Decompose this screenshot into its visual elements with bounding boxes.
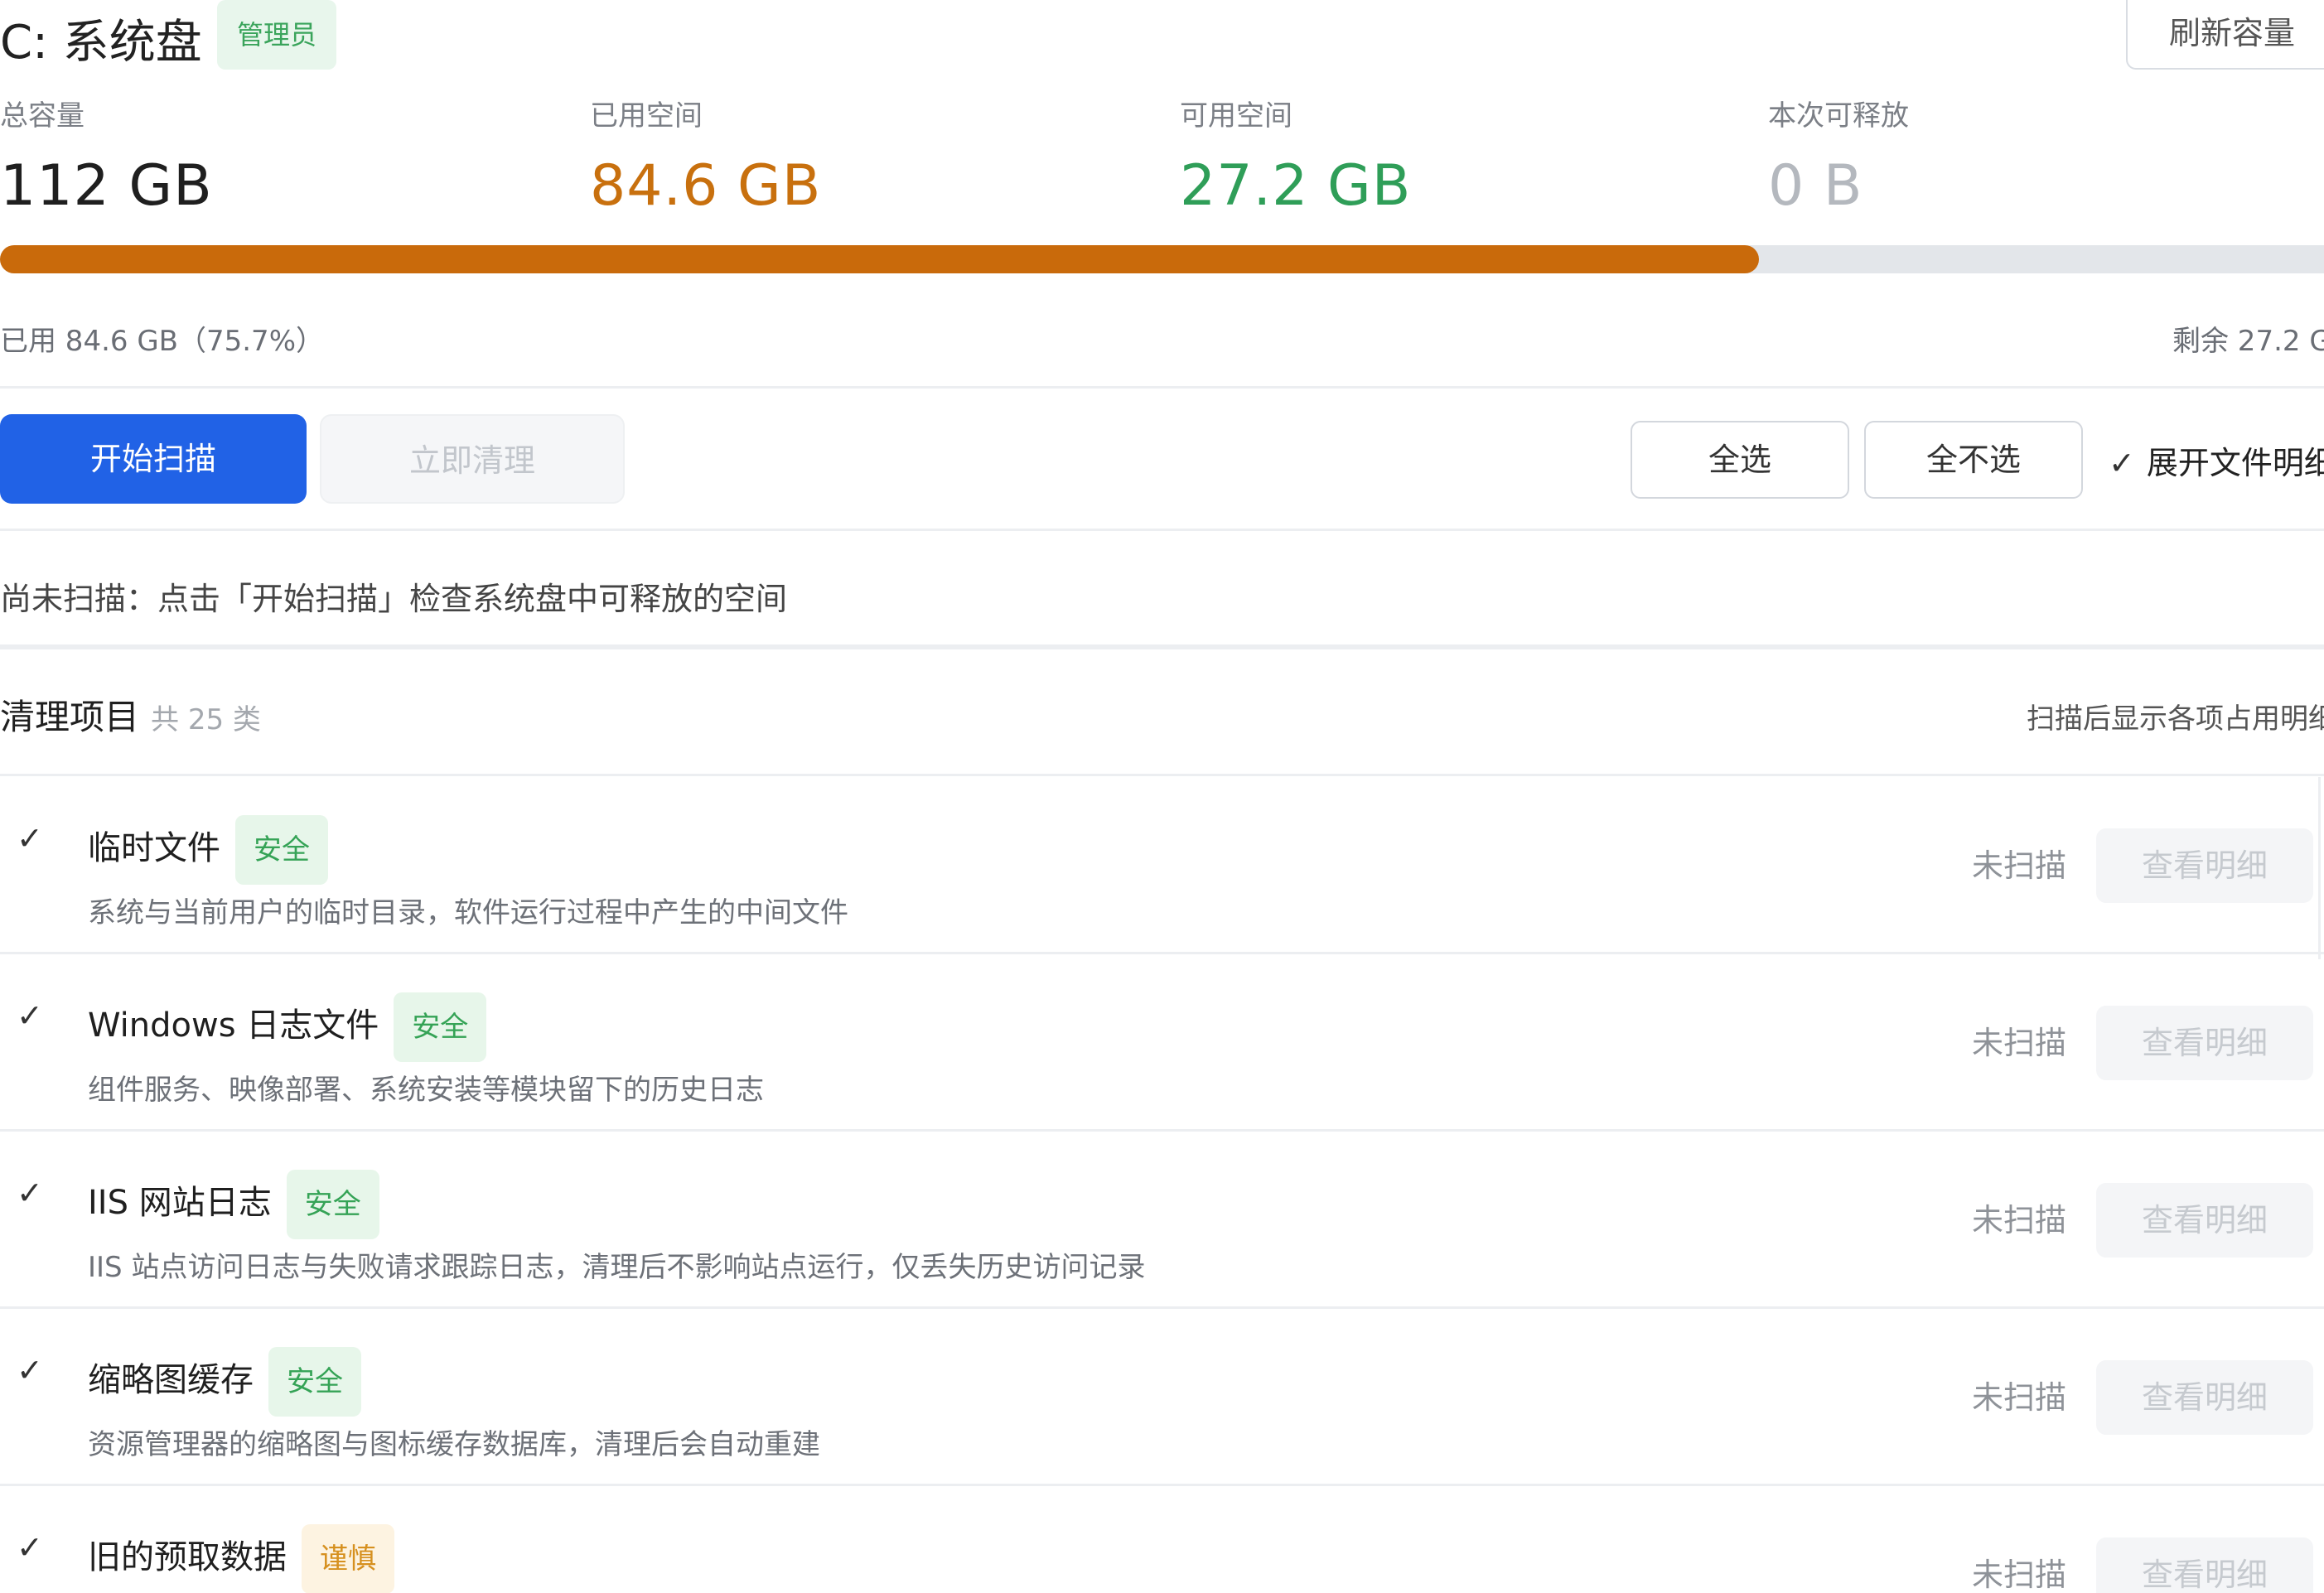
section-note: 扫描后显示各项占用明细 — [2027, 702, 2324, 736]
section-count: 共 25 类 — [151, 703, 261, 736]
checkbox-check-icon[interactable]: ✓ — [17, 820, 43, 857]
divider — [0, 644, 2324, 649]
divider — [0, 774, 2324, 776]
list-item[interactable]: ✓ 旧的预取数据 谨慎 未扫描 查看明细 — [0, 1486, 2324, 1593]
stat-free-value: 27.2 GB — [1180, 153, 1412, 219]
header: C: 系统盘 管理员 刷新容量 — [0, 0, 2324, 80]
stat-releasable-value: 0 B — [1768, 153, 1863, 219]
caution-tag: 谨慎 — [302, 1524, 394, 1593]
list-item[interactable]: ✓ 缩略图缓存 安全 资源管理器的缩略图与图标缓存数据库，清理后会自动重建 未扫描… — [0, 1309, 2324, 1486]
drive-title: C: 系统盘 — [0, 16, 202, 70]
item-status: 未扫描 — [1972, 847, 2067, 884]
safety-tag: 安全 — [286, 1170, 379, 1239]
section-title: 清理项目共 25 类 — [0, 689, 261, 740]
section-title-text: 清理项目 — [0, 697, 140, 737]
disk-usage-bar — [0, 245, 2324, 273]
view-details-button[interactable]: 查看明细 — [2096, 1537, 2313, 1593]
item-name: IIS 网站日志 安全 — [88, 1170, 379, 1239]
used-summary: 已用 84.6 GB（75.7%） — [0, 325, 324, 358]
item-name-text: 缩略图缓存 — [88, 1361, 254, 1399]
item-name: 临时文件 安全 — [88, 815, 328, 885]
stat-free-label: 可用空间 — [1180, 99, 1292, 133]
select-none-button[interactable]: 全不选 — [1864, 421, 2083, 499]
checkbox-check-icon[interactable]: ✓ — [17, 997, 43, 1034]
stat-total: 总容量 112 GB — [0, 93, 213, 219]
view-details-button[interactable]: 查看明细 — [2096, 1183, 2313, 1258]
refresh-capacity-button[interactable]: 刷新容量 — [2126, 0, 2324, 70]
stat-total-label: 总容量 — [0, 99, 85, 133]
item-status: 未扫描 — [1972, 1202, 2067, 1238]
disk-usage-bar-fill — [0, 245, 1760, 273]
list-item[interactable]: ✓ 临时文件 安全 系统与当前用户的临时目录，软件运行过程中产生的中间文件 未扫描… — [0, 777, 2324, 954]
cleanup-item-list: ✓ 临时文件 安全 系统与当前用户的临时目录，软件运行过程中产生的中间文件 未扫描… — [0, 777, 2324, 1593]
list-edge — [2318, 777, 2321, 959]
clean-now-button[interactable]: 立即清理 — [320, 414, 625, 504]
view-details-button[interactable]: 查看明细 — [2096, 1360, 2313, 1435]
remaining-summary: 剩余 27.2 G — [2172, 325, 2324, 358]
expand-file-details-label: 展开文件明细 — [2146, 445, 2324, 481]
stat-releasable: 本次可释放 0 B — [1768, 93, 1909, 219]
view-details-button[interactable]: 查看明细 — [2096, 828, 2313, 903]
view-details-button[interactable]: 查看明细 — [2096, 1006, 2313, 1080]
safety-tag: 安全 — [235, 815, 328, 885]
checkmark-icon: ✓ — [2109, 445, 2135, 481]
stat-used-label: 已用空间 — [590, 99, 703, 133]
item-name-text: 旧的预取数据 — [88, 1538, 287, 1576]
list-item[interactable]: ✓ IIS 网站日志 安全 IIS 站点访问日志与失败请求跟踪日志，清理后不影响站… — [0, 1132, 2324, 1309]
select-all-button[interactable]: 全选 — [1631, 421, 1849, 499]
checkbox-check-icon[interactable]: ✓ — [17, 1352, 43, 1388]
safety-tag: 安全 — [268, 1347, 361, 1417]
item-name-text: IIS 网站日志 — [88, 1184, 272, 1222]
item-name-text: Windows 日志文件 — [88, 1006, 379, 1045]
checkbox-check-icon[interactable]: ✓ — [17, 1175, 43, 1211]
item-description: IIS 站点访问日志与失败请求跟踪日志，清理后不影响站点运行，仅丢失历史访问记录 — [88, 1251, 1146, 1284]
item-name-text: 临时文件 — [88, 829, 220, 867]
safety-tag: 安全 — [394, 992, 487, 1062]
divider — [0, 529, 2324, 531]
stat-free: 可用空间 27.2 GB — [1180, 93, 1411, 219]
disk-cleanup-panel: C: 系统盘 管理员 刷新容量 总容量 112 GB 已用空间 84.6 GB … — [0, 0, 2324, 1593]
item-status: 未扫描 — [1972, 1025, 2067, 1061]
stat-used: 已用空间 84.6 GB — [590, 93, 821, 219]
checkbox-check-icon[interactable]: ✓ — [17, 1529, 43, 1566]
item-description: 资源管理器的缩略图与图标缓存数据库，清理后会自动重建 — [88, 1428, 820, 1461]
stat-used-value: 84.6 GB — [590, 153, 822, 219]
list-item[interactable]: ✓ Windows 日志文件 安全 组件服务、映像部署、系统安装等模块留下的历史日… — [0, 954, 2324, 1132]
item-status: 未扫描 — [1972, 1557, 2067, 1593]
item-name: 旧的预取数据 谨慎 — [88, 1524, 394, 1593]
divider — [0, 386, 2324, 389]
item-name: 缩略图缓存 安全 — [88, 1347, 361, 1417]
stat-total-value: 112 GB — [0, 153, 213, 219]
admin-badge: 管理员 — [217, 0, 337, 70]
item-description: 系统与当前用户的临时目录，软件运行过程中产生的中间文件 — [88, 896, 848, 929]
item-status: 未扫描 — [1972, 1379, 2067, 1416]
scan-hint: 尚未扫描：点击「开始扫描」检查系统盘中可释放的空间 — [0, 581, 788, 617]
item-name: Windows 日志文件 安全 — [88, 992, 487, 1062]
start-scan-button[interactable]: 开始扫描 — [0, 414, 307, 504]
stat-releasable-label: 本次可释放 — [1768, 99, 1909, 133]
expand-file-details-toggle[interactable]: ✓ 展开文件明细 — [2109, 437, 2324, 483]
item-description: 组件服务、映像部署、系统安装等模块留下的历史日志 — [88, 1074, 764, 1107]
